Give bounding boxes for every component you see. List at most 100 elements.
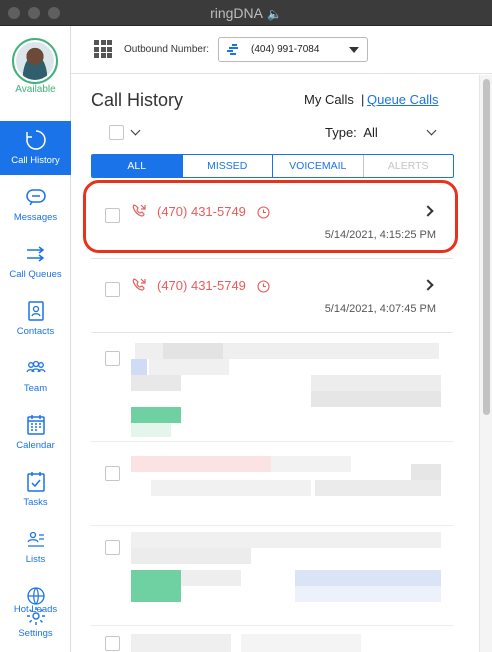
redacted-block [131, 456, 271, 472]
call-row-checkbox[interactable] [105, 636, 120, 651]
tab-alerts[interactable]: ALERTS [362, 155, 454, 177]
redacted-call-row[interactable] [91, 333, 453, 442]
calendar-icon [26, 415, 45, 435]
sidebar-item-settings[interactable]: Settings [0, 606, 71, 652]
call-history-panel: Call History My Calls | Queue Calls Type… [71, 75, 479, 652]
sidebar-item-label: Settings [18, 628, 53, 639]
sidebar-item-label: Lists [25, 554, 46, 565]
redacted-call-row[interactable] [91, 626, 453, 652]
team-icon [25, 360, 46, 373]
redacted-block [163, 343, 223, 359]
sidebar-item-label: Messages [13, 212, 58, 223]
scrollbar[interactable] [479, 75, 492, 652]
speaker-icon: 🔈 [266, 7, 282, 21]
tab-missed[interactable]: MISSED [183, 155, 273, 177]
type-filter-label-text: Type: [325, 125, 357, 140]
sidebar-item-lists[interactable]: Lists [0, 520, 71, 574]
redacted-call-row[interactable] [91, 526, 453, 626]
redacted-block [311, 375, 441, 391]
sidebar-item-label: Call History [11, 155, 60, 166]
call-phone-number[interactable]: (470) 431-5749 [157, 278, 246, 293]
tab-voicemail[interactable]: VOICEMAIL [273, 155, 364, 177]
sidebar-item-label: Calendar [16, 440, 55, 451]
top-bar: Outbound Number: (404) 991-7084 [71, 26, 492, 74]
tasks-icon [26, 472, 45, 492]
call-phone-number[interactable]: (470) 431-5749 [157, 204, 246, 219]
link-separator: | [361, 92, 365, 107]
redacted-block [311, 391, 441, 407]
call-timestamp: 5/14/2021, 4:15:25 PM [324, 229, 436, 241]
status-label: Available [15, 84, 56, 95]
app-window: ringDNA 🔈 Available Call History Messages… [0, 0, 492, 652]
redacted-block [131, 548, 251, 564]
select-all-menu-chevron-icon[interactable] [130, 125, 141, 136]
apps-grid-icon[interactable] [94, 40, 112, 58]
missed-call-icon [132, 278, 146, 291]
outbound-number-value: (404) 991-7084 [251, 44, 320, 55]
type-filter-chevron-icon[interactable] [426, 125, 437, 136]
sidebar-item-label: Tasks [23, 497, 48, 508]
sidebar-item-label: Team [23, 383, 48, 394]
redacted-block [295, 586, 441, 602]
type-filter-label: Type: All [325, 125, 378, 140]
redacted-block [151, 480, 311, 496]
redacted-block [131, 375, 181, 391]
call-row-checkbox[interactable] [105, 208, 120, 223]
sidebar-item-label: Contacts [16, 326, 55, 337]
dropdown-caret-icon [349, 47, 359, 53]
call-type-tabs: ALL MISSED VOICEMAIL ALERTS [91, 154, 454, 178]
chevron-right-icon[interactable] [422, 205, 434, 217]
redacted-block [241, 634, 361, 652]
sidebar: Available Call History Messages Call Que… [0, 26, 71, 652]
settings-icon [26, 607, 45, 625]
sidebar-item-call-history[interactable]: Call History [0, 121, 71, 175]
chevron-right-icon[interactable] [422, 279, 434, 291]
avatar-image [16, 42, 54, 80]
sidebar-item-call-queues[interactable]: Call Queues [0, 235, 71, 289]
redacted-block [149, 359, 229, 375]
number-source-icon [227, 44, 238, 55]
call-row-checkbox[interactable] [105, 540, 120, 555]
window-title: ringDNA 🔈 [0, 5, 492, 21]
redacted-block [411, 464, 441, 480]
lists-icon [26, 531, 44, 547]
call-row[interactable]: (470) 431-5749 5/14/2021, 4:15:25 PM [91, 185, 453, 259]
redacted-block [131, 359, 147, 375]
window-title-text: ringDNA [210, 5, 263, 21]
outbound-number-select[interactable]: (404) 991-7084 [218, 37, 368, 62]
redacted-block [131, 407, 181, 423]
redacted-block [131, 570, 181, 602]
page-title: Call History [91, 90, 184, 110]
scrollbar-thumb[interactable] [483, 79, 490, 415]
call-row-checkbox[interactable] [105, 466, 120, 481]
redacted-call-row[interactable] [91, 442, 453, 526]
select-all-checkbox[interactable] [109, 125, 124, 140]
sidebar-item-team[interactable]: Team [0, 349, 71, 403]
title-bar: ringDNA 🔈 [0, 0, 492, 26]
call-row-checkbox[interactable] [105, 282, 120, 297]
call-row-checkbox[interactable] [105, 351, 120, 366]
avatar[interactable] [12, 38, 58, 84]
call-history-icon [25, 130, 46, 150]
redacted-block [271, 456, 351, 472]
outbound-number-label: Outbound Number: [124, 44, 210, 55]
my-calls-link[interactable]: My Calls [304, 92, 354, 107]
sidebar-item-tasks[interactable]: Tasks [0, 463, 71, 517]
sidebar-item-messages[interactable]: Messages [0, 178, 71, 232]
redacted-block [131, 532, 441, 548]
missed-call-icon [132, 204, 146, 217]
tab-all[interactable]: ALL [92, 155, 183, 177]
call-row[interactable]: (470) 431-5749 5/14/2021, 4:07:45 PM [91, 259, 453, 333]
redacted-block [295, 570, 441, 586]
call-timestamp: 5/14/2021, 4:07:45 PM [324, 303, 436, 315]
type-filter-value[interactable]: All [363, 125, 377, 140]
contacts-icon [27, 301, 44, 321]
redacted-block [131, 634, 231, 652]
redacted-block [131, 423, 171, 437]
clock-icon [257, 280, 270, 293]
redacted-block [181, 570, 241, 586]
sidebar-item-calendar[interactable]: Calendar [0, 406, 71, 460]
sidebar-item-label: Call Queues [9, 269, 62, 280]
queue-calls-link[interactable]: Queue Calls [367, 92, 439, 107]
sidebar-item-contacts[interactable]: Contacts [0, 292, 71, 346]
